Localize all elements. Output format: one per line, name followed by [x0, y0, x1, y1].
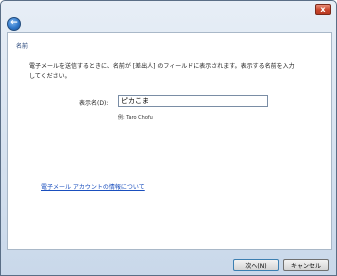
close-button[interactable]: x: [315, 4, 331, 15]
account-info-link[interactable]: 電子メール アカウントの情報について: [41, 182, 145, 191]
wizard-content: 名前 電子メールを送信するときに、名前が [差出人] のフィールドに表示されます…: [7, 32, 332, 250]
wizard-window: x ← 名前 電子メールを送信するときに、名前が [差出人] のフィールドに表示…: [0, 0, 337, 276]
cancel-button[interactable]: キャンセル: [283, 259, 329, 271]
back-arrow-icon: ←: [10, 18, 18, 28]
display-name-input[interactable]: [118, 95, 268, 107]
page-title: 名前: [16, 43, 29, 50]
close-icon: x: [320, 4, 326, 14]
description-text: 電子メールを送信するときに、名前が [差出人] のフィールドに表示されます。表示…: [29, 63, 295, 80]
back-button[interactable]: ←: [7, 17, 21, 31]
display-name-label: 表示名(D):: [79, 100, 109, 107]
navigation-bar: ←: [2, 15, 336, 32]
example-text: 例: Taro Chofu: [118, 115, 153, 121]
next-button[interactable]: 次へ(N): [233, 259, 279, 271]
